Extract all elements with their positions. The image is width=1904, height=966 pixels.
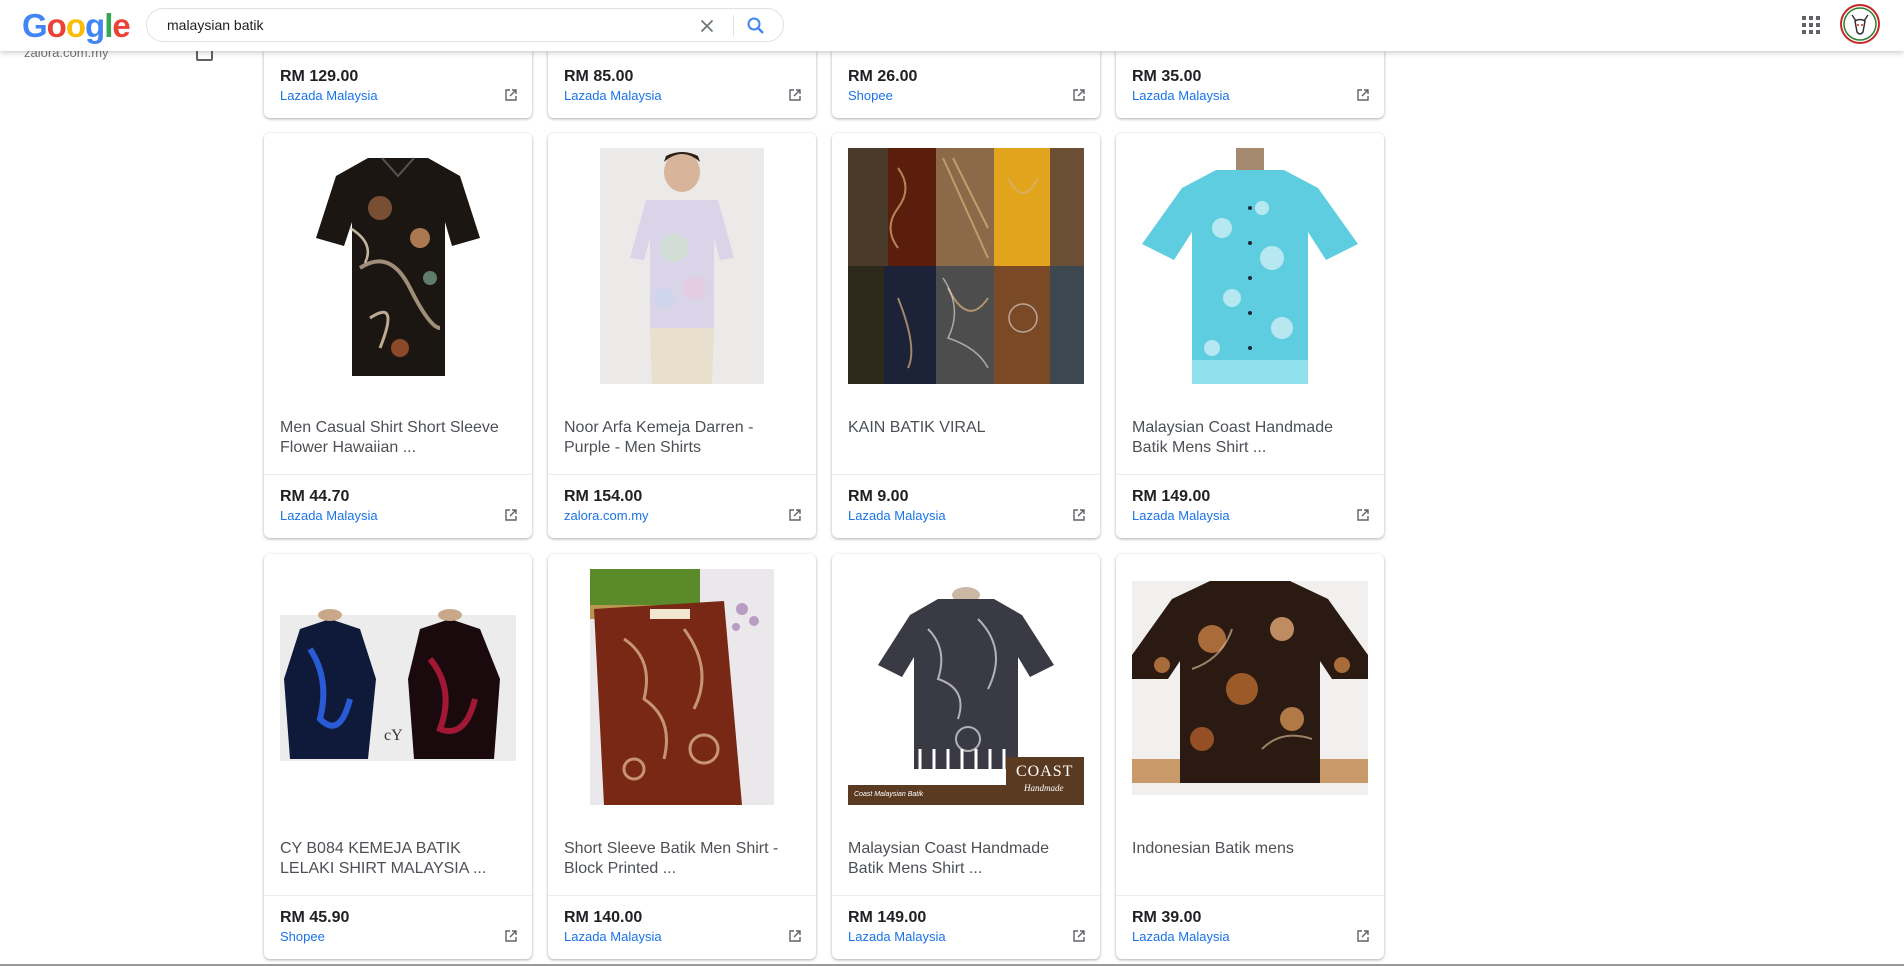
product-seller[interactable]: Lazada Malaysia <box>280 508 378 523</box>
product-seller[interactable]: Shopee <box>280 929 325 944</box>
product-title[interactable]: Men Casual Shirt Short Sleeve Flower Haw… <box>280 418 516 458</box>
external-link-icon[interactable] <box>788 508 802 522</box>
external-link-icon[interactable] <box>1072 508 1086 522</box>
product-title[interactable]: Malaysian Coast Handmade Batik Mens Shir… <box>1132 418 1368 458</box>
product-seller[interactable]: Shopee <box>848 88 893 103</box>
logo-letter: g <box>85 7 105 44</box>
product-image[interactable]: Coast Malaysian Batik COAST Handmade <box>848 569 1084 805</box>
logo-letter: l <box>104 7 113 44</box>
product-seller[interactable]: Lazada Malaysia <box>1132 508 1230 523</box>
external-link-icon[interactable] <box>504 508 518 522</box>
product-seller[interactable]: Lazada Malaysia <box>1132 929 1230 944</box>
card-divider <box>832 895 1100 896</box>
product-card[interactable]: RM 35.00 Lazada Malaysia <box>1116 50 1384 118</box>
product-title[interactable]: Malaysian Coast Handmade Batik Mens Shir… <box>848 839 1084 879</box>
card-divider <box>832 474 1100 475</box>
coast-logo-sub: Handmade <box>1024 783 1064 793</box>
apps-grid-icon[interactable] <box>1800 14 1822 36</box>
product-card[interactable]: RM 85.00 Lazada Malaysia <box>548 50 816 118</box>
product-card[interactable]: KAIN BATIK VIRAL RM 9.00 Lazada Malaysia <box>832 133 1100 538</box>
google-logo[interactable]: Google <box>22 7 131 44</box>
product-seller[interactable]: zalora.com.my <box>564 508 649 523</box>
external-link-icon[interactable] <box>1356 508 1370 522</box>
coast-banner-text: Coast Malaysian Batik <box>854 791 924 798</box>
product-image[interactable] <box>564 569 800 805</box>
product-price: RM 149.00 <box>848 909 927 926</box>
product-seller[interactable]: Lazada Malaysia <box>564 929 662 944</box>
product-card[interactable]: Indonesian Batik mens RM 39.00 Lazada Ma… <box>1116 554 1384 959</box>
product-image[interactable] <box>848 148 1084 384</box>
search-icon[interactable] <box>745 15 767 37</box>
product-image[interactable] <box>1132 148 1368 384</box>
product-price: RM 140.00 <box>564 909 643 926</box>
product-title[interactable]: Short Sleeve Batik Men Shirt - Block Pri… <box>564 839 800 879</box>
search-box <box>146 8 784 42</box>
product-seller[interactable]: Lazada Malaysia <box>848 508 946 523</box>
external-link-icon[interactable] <box>788 929 802 943</box>
product-title[interactable]: CY B084 KEMEJA BATIK LELAKI SHIRT MALAYS… <box>280 839 516 879</box>
product-price: RM 45.90 <box>280 909 350 926</box>
product-price: RM 154.00 <box>564 488 643 505</box>
product-card[interactable]: Short Sleeve Batik Men Shirt - Block Pri… <box>548 554 816 959</box>
product-price: RM 9.00 <box>848 488 909 505</box>
top-bar: Google <box>0 0 1904 51</box>
product-price: RM 26.00 <box>848 68 918 85</box>
product-image[interactable] <box>280 148 516 384</box>
external-link-icon[interactable] <box>1356 929 1370 943</box>
logo-letter: G <box>22 7 48 44</box>
product-card[interactable]: cY CY B084 KEMEJA BATIK LELAKI SHIRT MAL… <box>264 554 532 959</box>
brand-logo: cY <box>384 727 403 744</box>
product-price: RM 129.00 <box>280 68 359 85</box>
external-link-icon[interactable] <box>1356 88 1370 102</box>
external-link-icon[interactable] <box>504 88 518 102</box>
logo-letter: o <box>65 7 86 44</box>
product-image[interactable] <box>564 148 800 384</box>
product-seller[interactable]: Lazada Malaysia <box>564 88 662 103</box>
product-card[interactable]: RM 26.00 Shopee <box>832 50 1100 118</box>
external-link-icon[interactable] <box>1072 929 1086 943</box>
logo-letter: o <box>46 7 67 44</box>
product-seller[interactable]: Lazada Malaysia <box>280 88 378 103</box>
product-price: RM 44.70 <box>280 488 350 505</box>
search-divider <box>733 15 734 37</box>
card-divider <box>264 895 532 896</box>
card-divider <box>1116 474 1384 475</box>
coast-logo: COAST <box>1016 763 1074 780</box>
product-price: RM 35.00 <box>1132 68 1202 85</box>
product-seller[interactable]: Lazada Malaysia <box>1132 88 1230 103</box>
card-divider <box>548 474 816 475</box>
product-seller[interactable]: Lazada Malaysia <box>848 929 946 944</box>
product-image[interactable]: cY <box>280 569 516 805</box>
external-link-icon[interactable] <box>788 88 802 102</box>
product-title[interactable]: Noor Arfa Kemeja Darren - Purple - Men S… <box>564 418 800 458</box>
product-image[interactable] <box>1132 569 1368 805</box>
product-card[interactable]: Malaysian Coast Handmade Batik Mens Shir… <box>1116 133 1384 538</box>
external-link-icon[interactable] <box>1072 88 1086 102</box>
product-price: RM 85.00 <box>564 68 634 85</box>
logo-letter: e <box>112 7 130 44</box>
product-card[interactable]: RM 129.00 Lazada Malaysia <box>264 50 532 118</box>
product-title[interactable]: KAIN BATIK VIRAL <box>848 418 1084 438</box>
product-card[interactable]: Men Casual Shirt Short Sleeve Flower Haw… <box>264 133 532 538</box>
product-card[interactable]: Noor Arfa Kemeja Darren - Purple - Men S… <box>548 133 816 538</box>
product-price: RM 39.00 <box>1132 909 1202 926</box>
product-card[interactable]: Coast Malaysian Batik COAST Handmade Mal… <box>832 554 1100 959</box>
close-icon[interactable] <box>697 16 717 36</box>
profile-avatar[interactable] <box>1840 4 1880 44</box>
product-title[interactable]: Indonesian Batik mens <box>1132 839 1368 859</box>
external-link-icon[interactable] <box>504 929 518 943</box>
search-input[interactable] <box>167 16 667 34</box>
card-divider <box>548 895 816 896</box>
card-divider <box>264 474 532 475</box>
product-price: RM 149.00 <box>1132 488 1211 505</box>
card-divider <box>1116 895 1384 896</box>
